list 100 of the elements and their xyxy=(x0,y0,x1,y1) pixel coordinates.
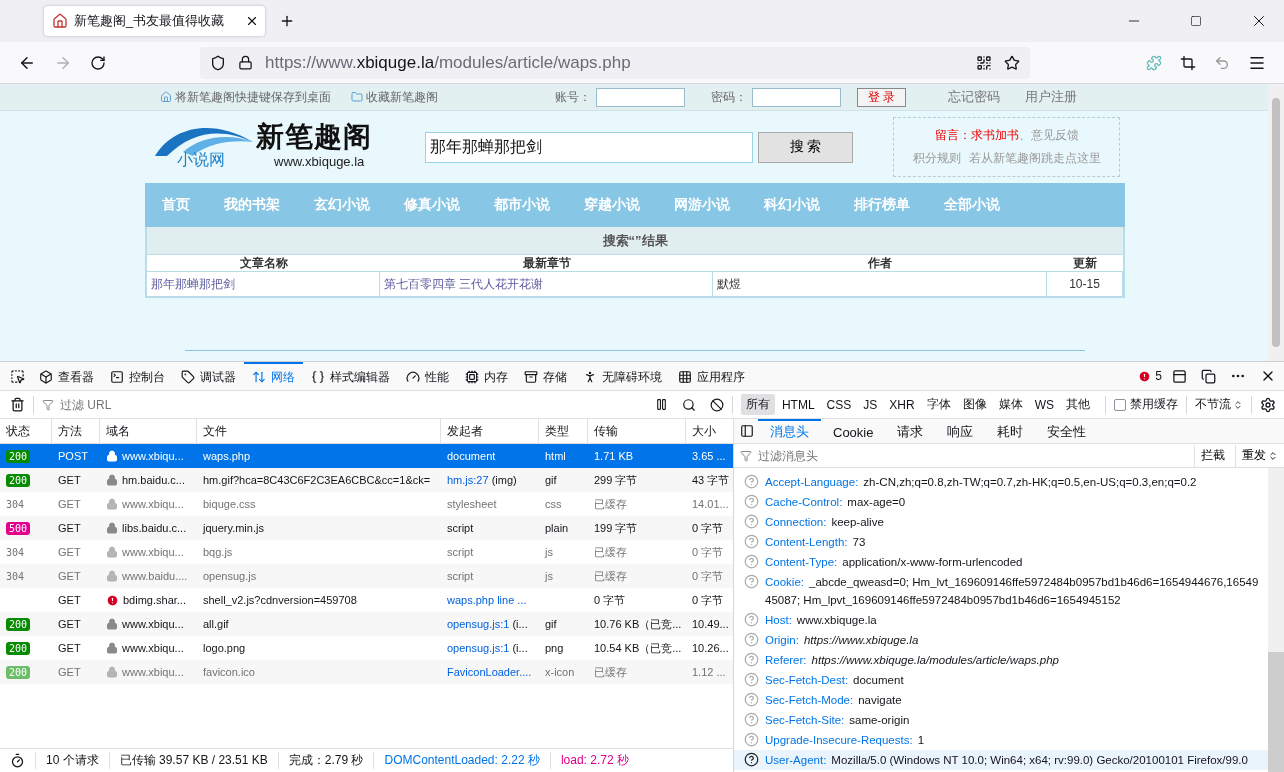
type-filter[interactable]: 图像 xyxy=(957,394,992,415)
column-header[interactable]: 方法 xyxy=(52,419,100,443)
devtools-tab[interactable]: 查看器 xyxy=(31,361,102,391)
initiator-link[interactable]: hm.js:27 xyxy=(447,474,489,486)
request-row[interactable]: 200 GET www.xbiqu... favicon.ico FaviconLoader.... x-icon 已缓存 1.12 ... xyxy=(0,660,733,684)
header-filter-field[interactable]: 过滤消息头 xyxy=(756,447,1190,464)
header-text: Upgrade-Insecure-Requests: 1 xyxy=(765,733,926,748)
devtools-tab[interactable]: 应用程序 xyxy=(670,361,753,391)
devtools-tab[interactable]: 无障碍环境 xyxy=(575,361,670,391)
crop-icon[interactable] xyxy=(1180,54,1196,71)
devtools-tab[interactable]: 存储 xyxy=(516,361,575,391)
search-field[interactable]: 那年那蝉那把剑 xyxy=(425,131,753,163)
request-row[interactable]: 500 GET libs.baidu.c... jquery.min.js script plain 199 字节 0 字节 xyxy=(0,516,733,540)
panel-tab[interactable]: 安全性 xyxy=(1035,418,1099,444)
error-icon[interactable] xyxy=(1138,369,1152,383)
devtools-tab[interactable]: 调试器 xyxy=(173,361,244,391)
lock-icon[interactable] xyxy=(238,55,253,70)
resend-button[interactable]: 重发 xyxy=(1235,444,1284,467)
checkbox[interactable] xyxy=(1114,398,1126,411)
devtools-tab[interactable]: 控制台 xyxy=(102,361,173,391)
devtools-tab[interactable]: 内存 xyxy=(457,361,516,391)
summary-text: 完成：2.79 秒 xyxy=(277,752,374,769)
initiator-link[interactable]: waps.php line ... xyxy=(447,594,527,606)
table-cell: biquge.css xyxy=(203,498,256,510)
shield-icon[interactable] xyxy=(210,54,226,71)
bookmark-link[interactable]: 收藏新笔趣阁 xyxy=(366,88,438,106)
account-field[interactable] xyxy=(596,87,685,107)
column-header[interactable]: 状态 xyxy=(0,419,52,443)
sidebar-toggle-icon[interactable] xyxy=(740,424,754,438)
request-row[interactable]: 304 GET www.baidu.... opensug.js script js 已缓存 0 字节 xyxy=(0,564,733,588)
devtools-tab[interactable]: 性能 xyxy=(398,361,457,391)
header-text: Sec-Fetch-Dest: document xyxy=(765,673,905,688)
block-button[interactable]: 拦截 xyxy=(1194,444,1231,467)
panel-tab[interactable]: 请求 xyxy=(885,418,936,444)
devtools-tab[interactable]: 样式编辑器 xyxy=(303,361,398,391)
type-filter[interactable]: JS xyxy=(858,395,883,414)
undo-icon[interactable] xyxy=(1214,54,1230,71)
forgot-password-link[interactable]: 忘记密码 xyxy=(948,88,1000,106)
gauge-icon xyxy=(406,370,420,384)
person-icon xyxy=(583,370,597,384)
type-filter[interactable]: XHR xyxy=(884,395,920,414)
request-book-link[interactable]: 求书加书 xyxy=(970,127,1019,144)
address-bar[interactable]: https://www.xbiquge.la/modules/article/waps.php xyxy=(200,46,1030,79)
table-link[interactable]: 第七百零四章 三代人花开花谢 xyxy=(380,272,713,296)
register-link[interactable]: 用户注册 xyxy=(1025,88,1077,106)
panel-tab[interactable]: 耗时 xyxy=(985,418,1036,444)
header-text: Connection: keep-alive xyxy=(765,515,885,530)
type-filter[interactable]: HTML xyxy=(776,395,820,414)
type-filter[interactable]: 其他 xyxy=(1061,394,1095,415)
column-header[interactable]: 类型 xyxy=(539,419,588,443)
panel-tab[interactable]: Cookie xyxy=(821,418,886,444)
login-button[interactable]: 登 录 xyxy=(857,87,906,107)
help-icon[interactable] xyxy=(744,752,759,767)
request-row[interactable]: 200 GET www.xbiqu... all.gif opensug.js:1 (i... gif 10.76 KB（已竞... 10.49... xyxy=(0,612,733,636)
qr-code-icon[interactable] xyxy=(976,54,992,71)
throttle-dropdown[interactable]: 不节流 xyxy=(1195,396,1243,413)
bookmark-star-icon[interactable] xyxy=(1004,54,1020,71)
responsive-icon[interactable] xyxy=(1201,368,1216,384)
maximize-icon[interactable] xyxy=(1190,15,1202,27)
devtools-tab[interactable]: 网络 xyxy=(244,361,303,391)
table-cell: 10-15 xyxy=(1047,272,1123,296)
type-filter[interactable]: 媒体 xyxy=(993,394,1028,415)
column-header[interactable]: 传输 xyxy=(588,419,686,443)
column-header[interactable]: 文件 xyxy=(197,419,441,443)
password-field[interactable] xyxy=(752,87,841,107)
column-header[interactable]: 域名 xyxy=(100,419,197,443)
scrollbar[interactable] xyxy=(1268,84,1284,361)
type-filter[interactable]: CSS xyxy=(821,395,857,414)
column-header[interactable]: 发起者 xyxy=(441,419,539,443)
initiator-link[interactable]: FaviconLoader.... xyxy=(447,666,532,678)
terminal-icon xyxy=(110,370,124,384)
search-button[interactable]: 搜 索 xyxy=(758,131,853,163)
block-icon[interactable] xyxy=(709,397,724,412)
picker-icon[interactable] xyxy=(10,368,25,384)
scrollbar[interactable] xyxy=(1268,468,1284,772)
close-icon[interactable] xyxy=(245,14,259,28)
type-filter[interactable]: WS xyxy=(1029,395,1059,414)
table-cell: x-icon xyxy=(545,666,575,678)
pause-icon[interactable] xyxy=(654,398,668,411)
settings-icon[interactable] xyxy=(1260,396,1276,413)
request-row[interactable]: 200 POST www.xbiqu... waps.php document html 1.71 KB 3.65 ... xyxy=(0,444,733,468)
initiator-link[interactable]: opensug.js:1 xyxy=(447,618,510,630)
search-icon[interactable] xyxy=(681,397,696,412)
reload-icon[interactable] xyxy=(90,54,106,71)
trash-icon[interactable] xyxy=(10,397,25,412)
error-count[interactable]: 5 xyxy=(1155,369,1162,383)
request-row[interactable]: 200 GET hm.baidu.c... hm.gif?hca=8C43C6F2C3EA6CBC&cc=1&ck= hm.js:27 (img) gif 299 字节 43 字节 xyxy=(0,468,733,492)
dock-icon[interactable] xyxy=(1172,368,1187,384)
type-filter[interactable]: 字体 xyxy=(921,394,956,415)
type-filter[interactable]: 所有 xyxy=(740,394,775,415)
table-link[interactable]: 那年那蝉那把剑 xyxy=(147,272,380,296)
initiator-link[interactable]: opensug.js:1 xyxy=(447,642,510,654)
filter-field[interactable]: 过滤 URL xyxy=(58,396,655,413)
shortcut-link[interactable]: 将新笔趣阁快捷键保存到桌面 xyxy=(175,88,331,106)
logo-title: 新笔趣阁 xyxy=(256,120,372,154)
browser-tab[interactable]: 新笔趣阁_书友最值得收藏 xyxy=(44,6,265,36)
panel-tab[interactable]: 响应 xyxy=(935,418,986,444)
summary-text: 10 个请求 xyxy=(35,752,109,769)
new-tab-icon[interactable] xyxy=(279,13,295,29)
panel-tab[interactable]: 消息头 xyxy=(758,418,821,444)
